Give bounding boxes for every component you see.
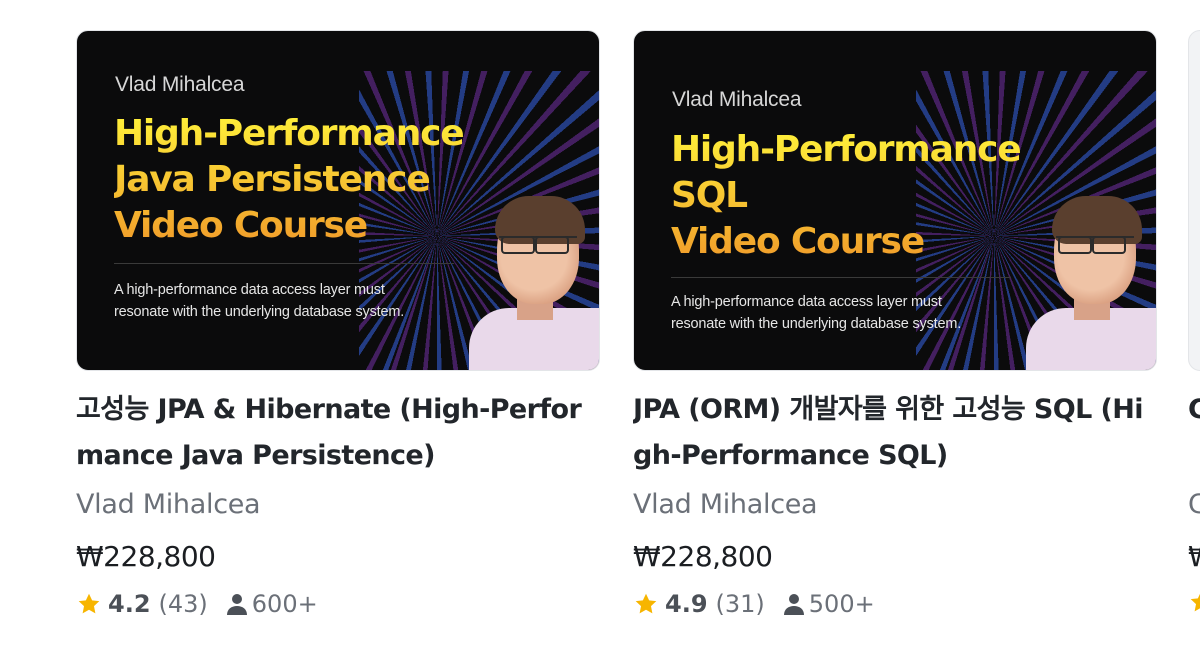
course-thumbnail[interactable] xyxy=(1188,30,1200,371)
course-stats xyxy=(1188,589,1200,615)
course-card-partial[interactable]: C C ₩ xyxy=(1188,30,1200,615)
course-title[interactable]: C xyxy=(1188,387,1200,479)
star-icon xyxy=(1190,593,1200,612)
course-title[interactable]: JPA (ORM) 개발자를 위한 고성능 SQL (High-Performa… xyxy=(633,387,1157,479)
course-card[interactable]: Vlad Mihalcea High-Performance SQL Video… xyxy=(633,30,1157,619)
rating-value: 4.2 xyxy=(108,590,151,618)
thumbnail-tagline: A high-performance data access layer mus… xyxy=(114,282,405,320)
star-icon xyxy=(78,593,100,614)
student-count: 600+ xyxy=(251,590,318,618)
course-thumbnail[interactable]: Vlad Mihalcea High-Performance SQL Video… xyxy=(633,30,1157,371)
instructor-name: Vlad Mihalcea xyxy=(633,489,818,520)
thumbnail-course-title: High-Performance SQL Video Course xyxy=(671,127,1022,265)
user-icon xyxy=(226,594,247,615)
course-title[interactable]: 고성능 JPA & Hibernate (High-Performance Ja… xyxy=(76,387,600,479)
thumbnail-tagline: A high-performance data access layer mus… xyxy=(671,294,962,332)
course-thumbnail[interactable]: Vlad Mihalcea High-Performance Java Pers… xyxy=(76,30,600,371)
review-count: (43) xyxy=(158,590,208,618)
instructor-name: C xyxy=(1188,489,1200,520)
thumbnail-author: Vlad Mihalcea xyxy=(115,73,245,96)
rating-value: 4.9 xyxy=(665,590,708,618)
user-icon xyxy=(783,594,804,615)
instructor-photo xyxy=(459,195,599,370)
course-stats: 4.9 (31) 500+ xyxy=(633,589,1157,619)
thumbnail-divider xyxy=(671,277,1011,278)
course-price: ₩228,800 xyxy=(633,540,773,573)
thumbnail-author: Vlad Mihalcea xyxy=(672,88,802,111)
thumbnail-course-title: High-Performance Java Persistence Video … xyxy=(114,111,465,249)
course-card[interactable]: Vlad Mihalcea High-Performance Java Pers… xyxy=(76,30,600,619)
course-card-row: Vlad Mihalcea High-Performance Java Pers… xyxy=(0,0,1200,666)
student-count: 500+ xyxy=(808,590,875,618)
review-count: (31) xyxy=(715,590,765,618)
instructor-name: Vlad Mihalcea xyxy=(76,489,261,520)
course-price: ₩228,800 xyxy=(76,540,216,573)
course-price: ₩ xyxy=(1188,537,1200,577)
instructor-photo xyxy=(1016,195,1156,370)
thumbnail-divider xyxy=(114,263,454,264)
star-icon xyxy=(635,593,657,614)
course-stats: 4.2 (43) 600+ xyxy=(76,589,600,619)
